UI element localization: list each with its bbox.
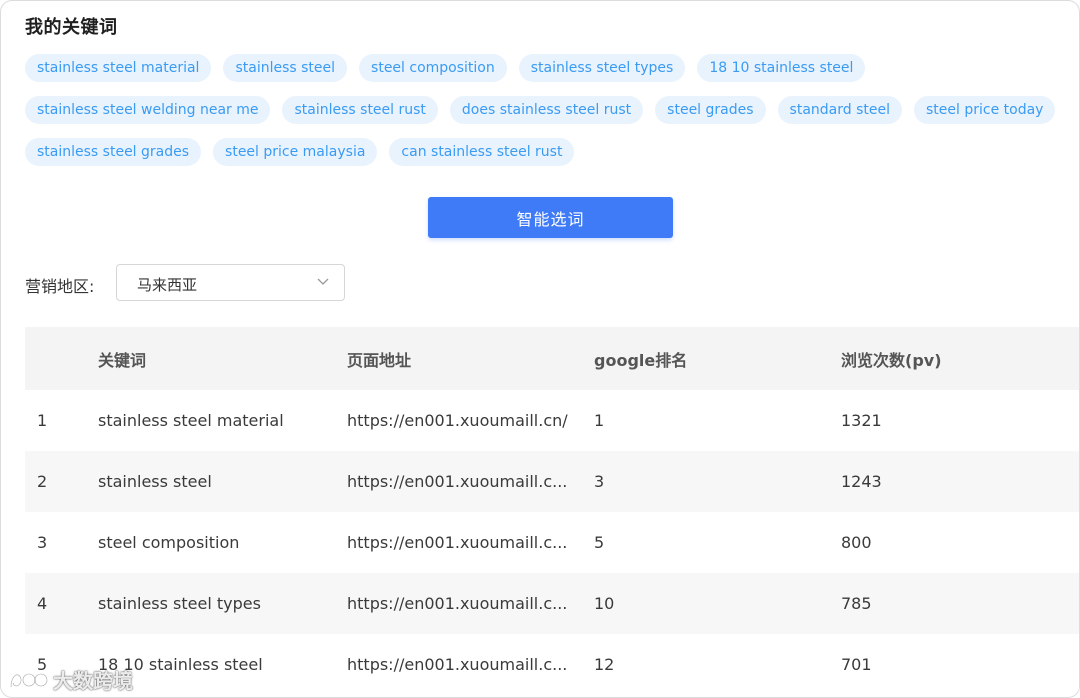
row-keyword: steel composition: [98, 533, 240, 552]
keyword-tag[interactable]: steel grades: [655, 96, 766, 124]
row-google-rank: 1: [594, 411, 605, 430]
row-page-views: 785: [841, 594, 872, 613]
keyword-tag-list: stainless steel material stainless steel…: [25, 54, 1056, 180]
header-keyword: 关键词: [98, 350, 147, 370]
header-google-rank: google排名: [594, 350, 688, 370]
header-page-url: 页面地址: [347, 350, 412, 370]
row-index: 3: [37, 533, 48, 552]
header-page-views: 浏览次数(pv): [841, 350, 942, 370]
watermark-text: 大数跨境: [53, 669, 133, 693]
row-page-url[interactable]: https://en001.xuoumaill.c...: [347, 472, 594, 491]
row-keyword: stainless steel material: [98, 411, 284, 430]
row-index: 2: [37, 472, 48, 491]
row-page-views: 1243: [841, 472, 882, 491]
tag-row: stainless steel welding near me stainles…: [25, 96, 1056, 124]
row-google-rank: 3: [594, 472, 605, 491]
chevron-down-icon: [317, 278, 329, 285]
table-row: 3 steel composition https://en001.xuouma…: [25, 512, 1079, 573]
row-page-views: 1321: [841, 411, 882, 430]
keyword-tag[interactable]: stainless steel types: [518, 54, 686, 82]
brand-logo-icon: [9, 672, 49, 687]
row-page-views: 800: [841, 533, 872, 552]
keyword-tag[interactable]: stainless steel welding near me: [25, 96, 271, 124]
tag-row: stainless steel grades steel price malay…: [25, 138, 1055, 166]
keyword-tag[interactable]: stainless steel grades: [25, 138, 202, 166]
keyword-tag[interactable]: stainless steel: [223, 54, 348, 82]
keyword-tag[interactable]: stainless steel material: [25, 54, 212, 82]
keyword-tag[interactable]: does stainless steel rust: [449, 96, 644, 124]
keyword-tag[interactable]: stainless steel rust: [282, 96, 438, 124]
row-google-rank: 5: [594, 533, 605, 552]
row-page-views: 701: [841, 655, 872, 674]
row-page-url[interactable]: https://en001.xuoumaill.c...: [347, 594, 594, 613]
row-page-url[interactable]: https://en001.xuoumaill.cn/: [347, 411, 594, 430]
row-google-rank: 10: [594, 594, 615, 613]
row-keyword: stainless steel types: [98, 594, 261, 613]
smart-select-button[interactable]: 智能选词: [428, 197, 673, 238]
table-row: 1 stainless steel material https://en001…: [25, 390, 1079, 451]
region-label: 营销地区:: [25, 277, 95, 296]
table-row: 5 18 10 stainless steel https://en001.xu…: [25, 634, 1079, 695]
table-row: 4 stainless steel types https://en001.xu…: [25, 573, 1079, 634]
region-select[interactable]: 马来西亚: [116, 264, 345, 301]
keyword-tag[interactable]: steel price today: [914, 96, 1056, 124]
row-google-rank: 12: [594, 655, 615, 674]
keyword-tag[interactable]: 18 10 stainless steel: [697, 54, 866, 82]
keyword-tag[interactable]: can stainless steel rust: [389, 138, 575, 166]
table-header: 关键词 页面地址 google排名 浏览次数(pv): [25, 327, 1079, 390]
row-index: 1: [37, 411, 48, 430]
page-title: 我的关键词: [25, 17, 118, 38]
row-page-url[interactable]: https://en001.xuoumaill.c...: [347, 533, 594, 552]
table-row: 2 stainless steel https://en001.xuoumail…: [25, 451, 1079, 512]
row-index: 4: [37, 594, 48, 613]
row-page-url[interactable]: https://en001.xuoumaill.c...: [347, 655, 594, 674]
keyword-panel: 我的关键词 stainless steel material stainless…: [0, 0, 1080, 698]
keyword-tag[interactable]: standard steel: [777, 96, 902, 124]
keyword-tag[interactable]: steel composition: [359, 54, 507, 82]
region-selected-value: 马来西亚: [137, 276, 198, 294]
row-keyword: 18 10 stainless steel: [98, 655, 263, 674]
row-keyword: stainless steel: [98, 472, 212, 491]
watermark: 大数跨境: [7, 665, 133, 694]
tag-row: stainless steel material stainless steel…: [25, 54, 1055, 82]
keyword-tag[interactable]: steel price malaysia: [213, 138, 378, 166]
keyword-ranking-table: 关键词 页面地址 google排名 浏览次数(pv) 1 stainless s…: [25, 327, 1079, 695]
